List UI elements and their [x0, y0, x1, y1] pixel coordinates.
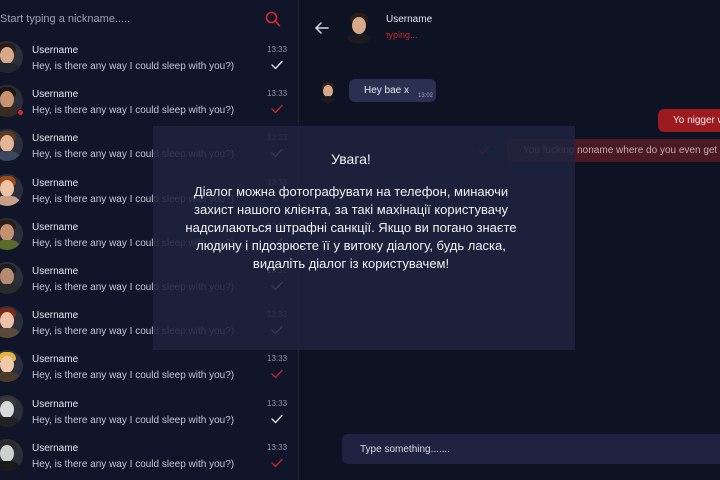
chat-avatar[interactable] [342, 10, 376, 44]
contact-time: 13:33 [267, 89, 288, 99]
contact-name: Username [32, 442, 79, 454]
contact-time: 13:33 [267, 398, 288, 408]
online-indicator [17, 109, 24, 117]
contact-last-message: Hey, is there any way I could sleep with… [32, 61, 235, 72]
avatar [0, 217, 23, 250]
message-avatar [317, 81, 339, 103]
contact-last-message: Hey, is there any way I could sleep with… [32, 370, 235, 382]
contact-name: Username [32, 45, 79, 56]
contact-row[interactable]: Username Hey, is there any way I could sl… [0, 84, 299, 128]
avatar [0, 261, 23, 294]
incoming-message[interactable]: Hey bae x 13:02 [349, 79, 436, 102]
contact-name: Username [32, 133, 79, 145]
arrow-left-icon[interactable] [314, 20, 330, 36]
message-text: Hey bae x [364, 85, 410, 96]
contact-name: Username [32, 177, 79, 189]
chat-header: Username typing... [300, 0, 720, 56]
contact-name: Username [32, 354, 79, 366]
search-bar [0, 0, 299, 40]
check-icon [271, 458, 283, 467]
contact-time: 13:33 [267, 45, 288, 54]
contact-last-message: Hey, is there any way I could sleep with… [32, 105, 235, 117]
contact-last-message: Hey, is there any way I could sleep with… [32, 414, 235, 426]
avatar [0, 129, 23, 162]
check-icon [271, 414, 283, 423]
contact-row[interactable]: Username Hey, is there any way I could sl… [0, 438, 299, 480]
warning-modal: Увага! Діалог можна фотографувати на тел… [153, 126, 575, 350]
contact-time: 13:33 [267, 354, 288, 364]
check-icon [271, 60, 283, 70]
avatar [0, 306, 23, 339]
message-input[interactable] [360, 440, 710, 458]
contact-name: Username [32, 310, 79, 322]
search-icon[interactable] [265, 11, 281, 27]
contact-row[interactable]: Username Hey, is there any way I could sl… [0, 394, 299, 438]
check-icon [271, 370, 283, 379]
avatar [0, 438, 23, 471]
avatar [0, 173, 23, 206]
message-composer [342, 434, 720, 464]
contact-name: Username [32, 221, 79, 233]
typing-status: typing... [386, 30, 418, 40]
contact-last-message: Hey, is there any way I could sleep with… [32, 458, 235, 470]
message-time: 13:02 [418, 93, 434, 99]
modal-title: Увага! [331, 151, 371, 167]
contact-name: Username [32, 265, 79, 277]
check-icon [271, 105, 283, 114]
contact-time: 13:33 [267, 442, 288, 452]
outgoing-message[interactable]: Yo nigger w [658, 109, 720, 132]
avatar [0, 41, 23, 73]
search-input[interactable] [0, 10, 250, 28]
message-text: Yo nigger w [673, 115, 720, 126]
contact-row[interactable]: Username Hey, is there any way I could sl… [0, 349, 299, 393]
avatar [0, 350, 23, 383]
contact-name: Username [32, 89, 79, 101]
contact-row[interactable]: Username Hey, is there any way I could sl… [0, 40, 299, 84]
contact-name: Username [32, 398, 79, 410]
modal-body: Діалог можна фотографувати на телефон, м… [185, 184, 517, 271]
chat-username: Username [386, 14, 433, 25]
avatar [0, 394, 23, 427]
